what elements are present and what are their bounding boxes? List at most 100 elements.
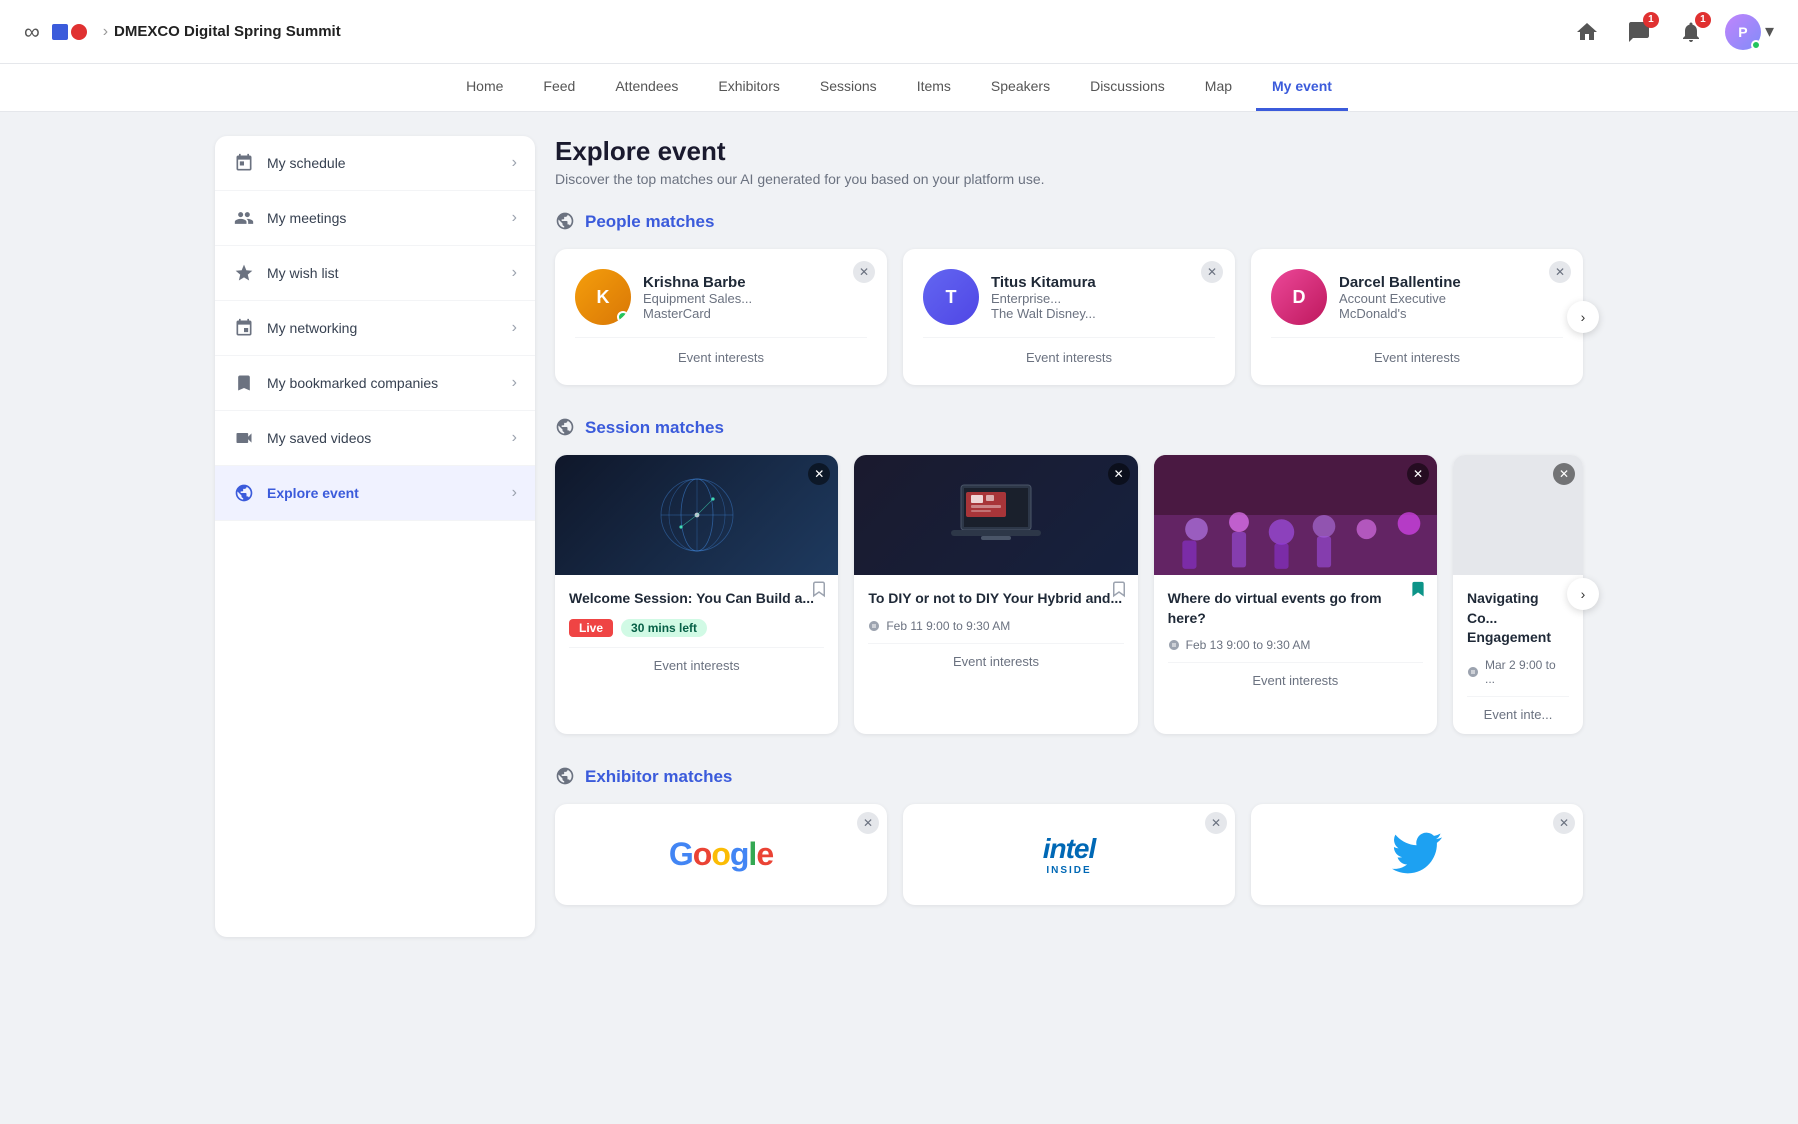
nav-discussions[interactable]: Discussions	[1074, 64, 1181, 111]
time-badge-0: 30 mins left	[621, 619, 707, 637]
session-card-2: ✕ Where do virtual events go from here? …	[1154, 455, 1437, 734]
nav-exhibitors[interactable]: Exhibitors	[702, 64, 795, 111]
dismiss-exhibitor-0-button[interactable]: ✕	[857, 812, 879, 834]
person-header-2: D Darcel Ballentine Account Executive Mc…	[1271, 269, 1563, 325]
session-carousel-next-button[interactable]: ›	[1567, 578, 1599, 610]
online-status-dot	[1751, 40, 1761, 50]
dismiss-person-2-button[interactable]: ✕	[1549, 261, 1571, 283]
person-name-1: Titus Kitamura	[991, 274, 1096, 291]
chevron-right-icon: ›	[512, 264, 517, 282]
explore-icon	[233, 482, 255, 504]
person-name-2: Darcel Ballentine	[1339, 274, 1461, 291]
sidebar: My schedule › My meetings › My wish list…	[215, 136, 535, 937]
event-interests-session-2-button[interactable]: Event interests	[1168, 662, 1423, 688]
event-interests-session-1-button[interactable]: Event interests	[868, 643, 1123, 669]
bookmark-session-2-button[interactable]	[1409, 580, 1427, 601]
dismiss-person-1-button[interactable]: ✕	[1201, 261, 1223, 283]
sidebar-item-my-wish-list[interactable]: My wish list ›	[215, 246, 535, 301]
nav-feed[interactable]: Feed	[527, 64, 591, 111]
event-interests-session-3-button[interactable]: Event inte...	[1467, 696, 1569, 722]
session-img-0	[555, 455, 838, 575]
notifications-button[interactable]: 1	[1673, 14, 1709, 50]
network-icon	[233, 317, 255, 339]
page-subtitle: Discover the top matches our AI generate…	[555, 171, 1583, 187]
session-matches-header: Session matches	[555, 417, 1583, 439]
nav-home[interactable]: Home	[450, 64, 519, 111]
event-interests-session-0-button[interactable]: Event interests	[569, 647, 824, 673]
person-header-0: K Krishna Barbe Equipment Sales... Maste…	[575, 269, 867, 325]
person-card-1: ✕ T Titus Kitamura Enterprise... The Wal…	[903, 249, 1235, 385]
person-company-1: The Walt Disney...	[991, 306, 1096, 321]
twitter-logo	[1392, 828, 1442, 881]
bookmark-session-1-button[interactable]	[1110, 580, 1128, 601]
calendar-icon	[233, 152, 255, 174]
sidebar-item-my-schedule[interactable]: My schedule ›	[215, 136, 535, 191]
home-button[interactable]	[1569, 14, 1605, 50]
content-area: Explore event Discover the top matches o…	[555, 136, 1583, 937]
messages-button[interactable]: 1	[1621, 14, 1657, 50]
star-icon	[233, 262, 255, 284]
nav-speakers[interactable]: Speakers	[975, 64, 1066, 111]
people-carousel-next-button[interactable]: ›	[1567, 301, 1599, 333]
nav-attendees[interactable]: Attendees	[599, 64, 694, 111]
notifications-badge: 1	[1695, 12, 1711, 28]
nav-my-event[interactable]: My event	[1256, 64, 1348, 111]
chevron-right-icon: ›	[512, 319, 517, 337]
google-logo: Google	[669, 836, 773, 873]
sidebar-label-explore-event: Explore event	[267, 485, 500, 501]
sidebar-label-my-schedule: My schedule	[267, 155, 500, 171]
nav-sessions[interactable]: Sessions	[804, 64, 893, 111]
logo-squares	[52, 24, 87, 40]
session-date-2: Feb 13 9:00 to 9:30 AM	[1168, 638, 1423, 652]
person-role-1: Enterprise...	[991, 291, 1096, 306]
exhibitor-matches-grid: ✕ Google ✕ intel INSIDE ✕	[555, 804, 1583, 905]
sidebar-label-my-meetings: My meetings	[267, 210, 500, 226]
avatar: P	[1725, 14, 1761, 50]
topbar-actions: 1 1 P ▾	[1569, 14, 1774, 50]
topbar: ∞ › DMEXCO Digital Spring Summit 1 1 P ▾	[0, 0, 1798, 64]
exhibitor-matches-header: Exhibitor matches	[555, 766, 1583, 788]
breadcrumb: › DMEXCO Digital Spring Summit	[103, 23, 341, 41]
logo-blue-square	[52, 24, 68, 40]
session-date-1: Feb 11 9:00 to 9:30 AM	[868, 619, 1123, 633]
dismiss-session-3-button[interactable]: ✕	[1553, 463, 1575, 485]
dismiss-session-2-button[interactable]: ✕	[1407, 463, 1429, 485]
breadcrumb-event-name: DMEXCO Digital Spring Summit	[114, 23, 341, 40]
event-interests-1-button[interactable]: Event interests	[923, 337, 1215, 365]
session-matches-grid: ✕ Welcome Session: You Can Build a... Li…	[555, 455, 1583, 734]
event-interests-0-button[interactable]: Event interests	[575, 337, 867, 365]
online-dot-0	[617, 311, 629, 323]
breadcrumb-arrow-icon: ›	[103, 23, 108, 41]
person-name-0: Krishna Barbe	[643, 274, 752, 291]
people-matches-section: People matches ✕ K Krishna Barbe Equipme…	[555, 211, 1583, 385]
session-title-1: To DIY or not to DIY Your Hybrid and...	[868, 589, 1123, 609]
chevron-right-icon: ›	[512, 154, 517, 172]
person-role-0: Equipment Sales...	[643, 291, 752, 306]
sidebar-item-my-meetings[interactable]: My meetings ›	[215, 191, 535, 246]
exhibitor-matches-title: Exhibitor matches	[585, 767, 732, 787]
dismiss-exhibitor-1-button[interactable]: ✕	[1205, 812, 1227, 834]
dismiss-session-1-button[interactable]: ✕	[1108, 463, 1130, 485]
ai-icon	[555, 211, 577, 233]
messages-badge: 1	[1643, 12, 1659, 28]
nav-items[interactable]: Items	[901, 64, 967, 111]
people-matches-title: People matches	[585, 212, 714, 232]
dismiss-exhibitor-2-button[interactable]: ✕	[1553, 812, 1575, 834]
user-avatar-button[interactable]: P ▾	[1725, 14, 1774, 50]
sidebar-label-my-wish-list: My wish list	[267, 265, 500, 281]
sidebar-item-explore-event[interactable]: Explore event ›	[215, 466, 535, 521]
session-title-0: Welcome Session: You Can Build a...	[569, 589, 824, 609]
live-badge-0: Live	[569, 619, 613, 637]
dismiss-person-0-button[interactable]: ✕	[853, 261, 875, 283]
bookmark-session-0-button[interactable]	[810, 580, 828, 601]
sidebar-item-my-bookmarked-companies[interactable]: My bookmarked companies ›	[215, 356, 535, 411]
sidebar-label-my-bookmarked-companies: My bookmarked companies	[267, 375, 500, 391]
person-avatar-2: D	[1271, 269, 1327, 325]
sidebar-item-my-networking[interactable]: My networking ›	[215, 301, 535, 356]
event-interests-2-button[interactable]: Event interests	[1271, 337, 1563, 365]
session-body-1: To DIY or not to DIY Your Hybrid and... …	[854, 575, 1137, 669]
nav-map[interactable]: Map	[1189, 64, 1248, 111]
bookmark-icon	[233, 372, 255, 394]
avatar-dropdown-icon[interactable]: ▾	[1765, 21, 1774, 42]
sidebar-item-my-saved-videos[interactable]: My saved videos ›	[215, 411, 535, 466]
